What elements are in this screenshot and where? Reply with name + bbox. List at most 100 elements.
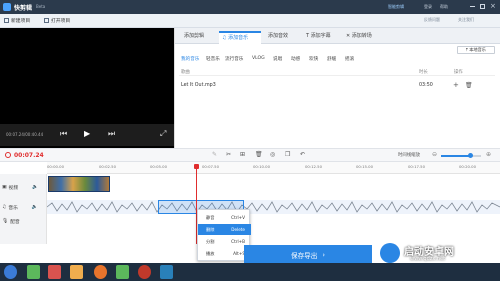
ruler-tick: 00:15.00 (356, 164, 373, 169)
clock-icon (5, 152, 11, 158)
next-frame-icon[interactable]: ⏭ (108, 129, 115, 139)
tab-add-transition[interactable]: ✕ 添加转场 (343, 31, 375, 44)
app-badge: Beta (36, 4, 46, 9)
taskbar-app-icon[interactable] (27, 265, 40, 279)
track-label-voice: 🎙 配音 (2, 218, 20, 225)
titlebar-item-smart-edit[interactable]: 智能剪辑 (388, 4, 404, 10)
zoom-in-icon[interactable]: ⊕ (486, 151, 491, 158)
taskbar-app-icon[interactable] (160, 265, 173, 279)
list-item[interactable]: Let It Out.mp3 03:50 + 🗑 (179, 81, 495, 91)
ruler-tick: 00:02.50 (99, 164, 116, 169)
play-icon[interactable]: ▶ (84, 129, 90, 138)
zoom-out-icon[interactable]: ⊖ (432, 151, 437, 158)
category-rap[interactable]: 说唱 (273, 56, 282, 62)
menu-bar: 新建项目 打开项目 反馈问题 关注我们 (0, 14, 500, 28)
export-button[interactable]: 保存导出 › (244, 245, 372, 265)
tab-add-subtitle[interactable]: T 添加字幕 (303, 31, 334, 44)
category-my-music[interactable]: 我的音乐 (181, 56, 199, 62)
taskbar-app-icon[interactable] (48, 265, 61, 279)
cut-icon[interactable]: ✂ (226, 151, 231, 158)
playhead-handle[interactable] (194, 164, 199, 169)
ruler-tick: 00:07.50 (202, 164, 219, 169)
ruler-tick: 00:05.00 (150, 164, 167, 169)
song-duration: 03:50 (419, 83, 433, 88)
category-pop[interactable]: 流行音乐 (225, 56, 243, 62)
category-soothing[interactable]: 舒缓 (327, 56, 336, 62)
tab-add-clip[interactable]: 添加剪辑 (181, 31, 207, 44)
ruler-tick: 00:12.50 (305, 164, 322, 169)
context-menu: 静音 Ctrl+V 删除 Delete 分割 Ctrl+B 播放 Alt+S (197, 209, 251, 261)
chevron-right-icon: › (322, 251, 325, 259)
undo-icon[interactable]: ↶ (300, 151, 305, 158)
taskbar-app-icon[interactable] (138, 265, 151, 279)
timeline-toolbar: 00:07.24 ✎ ✂ ⊞ 🗑 ◎ ❐ ↶ 时间线缩放 ⊖ ⊕ (0, 148, 500, 162)
list-header: 歌曲 时长 操作 (179, 68, 495, 76)
taskbar-app-icon[interactable] (70, 265, 83, 279)
delete-icon[interactable]: 🗑 (465, 82, 473, 89)
local-music-button[interactable]: ⤒ 本地音乐 (457, 46, 495, 54)
track-label-music: ♫ 音乐 🔈 (2, 204, 38, 211)
media-panel: 添加剪辑 ♫ 添加音乐 添加音效 T 添加字幕 ✕ 添加转场 ⤒ 本地音乐 我的… (174, 28, 500, 148)
browser-icon[interactable] (94, 265, 107, 279)
titlebar-item-help[interactable]: 帮助 (440, 4, 448, 10)
tab-add-sound[interactable]: 添加音效 (265, 31, 291, 44)
zoom-label: 时间线缩放 (398, 153, 420, 158)
category-dynamic[interactable]: 动感 (291, 56, 300, 62)
new-project-icon[interactable] (4, 18, 9, 23)
timeline-tracks (47, 174, 500, 244)
timeline-ruler[interactable]: 00:00.00 00:02.50 00:05.00 00:07.50 00:1… (47, 162, 500, 174)
titlebar-item-follow[interactable]: 关注我们 (458, 17, 474, 23)
music-waveform[interactable] (47, 200, 500, 214)
ruler-tick: 00:00.00 (47, 164, 64, 169)
zoom-slider[interactable] (441, 153, 481, 158)
add-icon[interactable]: + (453, 81, 459, 89)
tab-add-music[interactable]: ♫ 添加音乐 (219, 31, 261, 44)
menu-item-mute[interactable]: 静音 Ctrl+V (198, 212, 251, 223)
preview-time: 00:07.24/00:40.44 (6, 132, 44, 137)
ruler-tick: 00:20.00 (459, 164, 476, 169)
mic-icon: 🎙 (2, 218, 9, 224)
zoom-slider-handle[interactable] (468, 153, 473, 158)
prev-frame-icon[interactable]: ⏮ (60, 129, 67, 139)
speaker-icon[interactable]: 🔈 (32, 185, 38, 190)
taskbar (0, 263, 500, 281)
track-label-video: ▣ 视频 🔈 (2, 184, 39, 191)
open-project-button[interactable]: 打开项目 (51, 17, 70, 24)
music-note-icon: ♫ (2, 204, 7, 210)
zoom-slider-fill (441, 155, 471, 157)
speaker-icon[interactable]: 🔈 (32, 205, 38, 210)
minimize-icon[interactable] (470, 6, 475, 7)
new-project-button[interactable]: 新建项目 (11, 17, 30, 24)
app-title: 快剪辑 (14, 5, 33, 12)
film-icon: ▣ (2, 184, 7, 190)
video-clip[interactable] (48, 176, 110, 192)
trash-icon[interactable]: 🗑 (255, 151, 263, 158)
category-vlog[interactable]: VLOG (252, 56, 265, 61)
menu-item-delete[interactable]: 删除 Delete (198, 224, 251, 235)
preview-controls: 00:07.24/00:40.44 ⏮ ▶ ⏭ ⤢ (0, 124, 174, 146)
open-project-icon[interactable] (44, 18, 49, 23)
edit-icon[interactable]: ✎ (212, 151, 217, 158)
title-bar: 快剪辑 Beta 智能剪辑 登录 帮助 × (0, 0, 500, 14)
tab-bar: 添加剪辑 ♫ 添加音乐 添加音效 T 添加字幕 ✕ 添加转场 (175, 28, 500, 44)
close-icon[interactable]: × (490, 2, 496, 10)
camera-icon[interactable]: ◎ (270, 151, 275, 158)
current-time: 00:07.24 (14, 152, 44, 159)
watermark-logo-icon (380, 243, 400, 263)
ruler-tick: 00:10.00 (253, 164, 270, 169)
category-happy[interactable]: 欢快 (309, 56, 318, 62)
music-category-bar: 我的音乐 轻音乐 流行音乐 VLOG 说唱 动感 欢快 舒缓 摇滚 (175, 56, 500, 66)
fullscreen-icon[interactable]: ⤢ (160, 129, 166, 139)
start-icon[interactable] (4, 265, 17, 279)
category-light[interactable]: 轻音乐 (206, 56, 220, 62)
copy-icon[interactable]: ❐ (285, 151, 290, 158)
maximize-icon[interactable] (480, 4, 485, 9)
category-rock[interactable]: 摇滚 (345, 56, 354, 62)
header-duration: 时长 (419, 70, 428, 75)
titlebar-item-login[interactable]: 登录 (424, 4, 432, 10)
titlebar-item-feedback[interactable]: 反馈问题 (424, 17, 440, 23)
header-actions: 操作 (454, 70, 463, 75)
split-icon[interactable]: ⊞ (240, 151, 245, 158)
taskbar-app-icon[interactable] (116, 265, 129, 279)
song-name: Let It Out.mp3 (181, 83, 216, 88)
